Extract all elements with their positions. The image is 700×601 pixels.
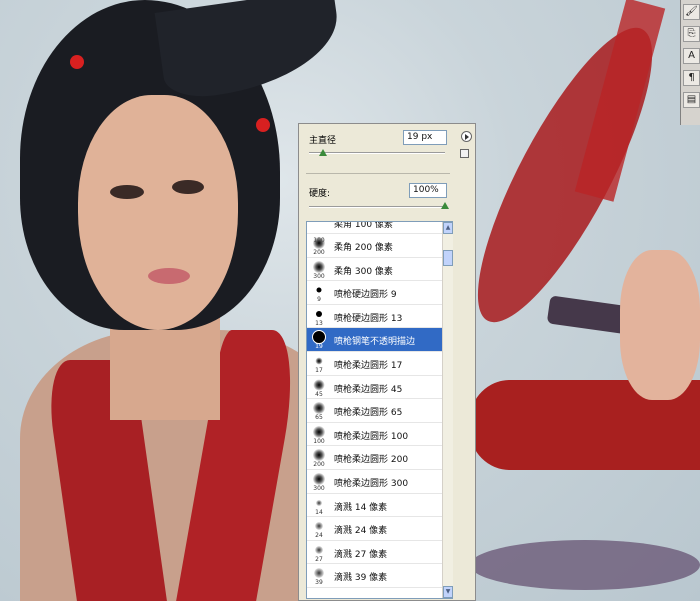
brush-preset-item[interactable]: 17 喷枪柔边圆形 17 [307,352,452,376]
brush-tip-icon: 200 [309,447,329,468]
brush-preset-item[interactable]: 13 喷枪硬边圆形 13 [307,305,452,329]
character-icon[interactable]: A [683,48,700,64]
panel-dock: 🖌 ⎘ A ¶ ▤ [680,0,700,125]
brush-size-number: 14 [315,508,323,516]
master-diameter-field[interactable]: 19 px [403,130,447,145]
brush-size-number: 13 [315,319,323,327]
brush-preset-label: 滴溅 24 像素 [334,526,388,537]
layer-comps-icon[interactable]: ▤ [683,92,700,108]
hardness-field[interactable]: 100% [409,183,447,198]
brush-size-number: 200 [313,461,325,469]
brush-size-number: 300 [313,272,325,280]
brush-size-number: 17 [315,366,323,374]
brush-preset-item[interactable]: 300 喷枪柔边圆形 300 [307,470,452,494]
figure-hand [620,250,700,400]
scroll-thumb[interactable] [443,250,453,266]
brush-preset-label: 喷枪柔边圆形 200 [334,455,409,466]
brush-preset-item[interactable]: 65 喷枪柔边圆形 65 [307,399,452,423]
brush-size-number: 65 [315,414,323,422]
brush-list-scrollbar[interactable]: ▲ ▼ [442,222,453,598]
brush-tip-icon: 45 [309,377,329,398]
brush-size-number: 24 [315,532,323,540]
paragraph-icon[interactable]: ¶ [683,70,700,86]
hair-ponytail [154,0,346,103]
brush-tip-icon: 27 [309,542,329,563]
brush-tip-icon: 300 [309,259,329,280]
hair-flower [256,118,270,132]
brush-preset-label: 滴溅 14 像素 [334,502,388,513]
brush-tip-icon: 100 [309,424,329,445]
purple-sash [470,540,700,590]
clone-source-icon[interactable]: ⎘ [683,26,700,42]
brush-preset-item[interactable]: 9 喷枪硬边圆形 9 [307,281,452,305]
brush-preset-item[interactable]: 100 喷枪柔边圆形 100 [307,423,452,447]
brush-preset-label: 滴溅 27 像素 [334,549,388,560]
brush-preset-label: 喷枪柔边圆形 45 [334,384,403,395]
brush-preset-icon[interactable]: 🖌 [683,4,700,20]
diameter-slider-thumb[interactable] [319,149,328,156]
brush-tip-icon: 65 [309,400,329,421]
hardness-label: 硬度: [309,189,331,199]
panel-divider [306,173,450,174]
brush-preset-item[interactable]: 39 滴溅 39 像素 [307,564,452,588]
brush-preset-item[interactable]: 100柔角 100 像素 [307,221,452,244]
figure-face [78,95,238,330]
brush-preset-label: 喷枪柔边圆形 17 [334,360,403,371]
brush-tip-icon: 9 [309,282,329,303]
brush-size-number: 300 [313,484,325,492]
brush-preset-label: 喷枪硬边圆形 13 [334,313,403,324]
brush-tip-icon: 24 [309,518,329,539]
brush-preset-item[interactable]: 27 滴溅 27 像素 [307,541,452,565]
brush-size-number: 39 [315,579,323,587]
brush-size-number: 45 [315,390,323,398]
brush-tip-icon: 39 [309,565,329,586]
brush-size-number: 9 [317,296,321,304]
master-diameter-label: 主直径 [309,136,337,146]
brush-size-number: 100 [313,437,325,445]
brush-preset-item[interactable]: 45 喷枪柔边圆形 45 [307,376,452,400]
brush-preset-label: 柔角 200 像素 [334,243,393,253]
create-preset-icon[interactable] [460,149,469,158]
brush-preset-list: 100柔角 100 像素200柔角 200 像素300柔角 300 像素9喷枪硬… [306,221,453,599]
brush-tip-icon: 17 [309,353,329,374]
hardness-slider-track[interactable] [309,206,445,208]
hair-flower [70,55,84,69]
lips [148,268,190,284]
panel-menu-arrow-icon[interactable] [461,131,472,142]
brush-tip-icon: 300 [309,471,329,492]
brush-size-number: 19 [315,343,323,351]
brush-preset-label: 喷枪柔边圆形 65 [334,408,403,419]
brush-size-number: 200 [313,249,325,256]
brush-tip-icon: 13 [309,306,329,327]
brush-preset-label: 柔角 100 像素 [334,221,393,230]
brush-preset-item[interactable]: 19 喷枪钢笔不透明描边 [307,328,452,352]
brush-tip-icon: 14 [309,495,329,516]
brush-preset-label: 柔角 300 像素 [334,266,393,277]
brush-preset-label: 喷枪硬边圆形 9 [334,290,397,301]
brush-preset-item[interactable]: 14 滴溅 14 像素 [307,494,452,518]
brush-preset-item[interactable]: 200 喷枪柔边圆形 200 [307,446,452,470]
brush-preset-label: 喷枪柔边圆形 300 [334,478,409,489]
right-eye [172,180,204,194]
brush-preset-label: 滴溅 39 像素 [334,573,388,584]
brush-preset-label: 喷枪柔边圆形 100 [334,431,409,442]
hardness-slider-thumb[interactable] [441,202,449,209]
brush-preset-item[interactable]: 300 柔角 300 像素 [307,258,452,282]
left-eye [110,185,144,199]
diameter-slider-track[interactable] [309,152,445,154]
brush-preset-label: 喷枪钢笔不透明描边 [334,337,416,348]
scroll-down-icon[interactable]: ▼ [443,586,453,598]
brush-preset-item[interactable]: 24 滴溅 24 像素 [307,517,452,541]
brush-tip-icon: 19 [309,329,329,350]
brush-size-number: 27 [315,555,323,563]
scroll-up-icon[interactable]: ▲ [443,222,453,234]
brush-tip-icon: 200 [309,235,329,256]
brush-preset-item[interactable]: 200 柔角 200 像素 [307,234,452,258]
